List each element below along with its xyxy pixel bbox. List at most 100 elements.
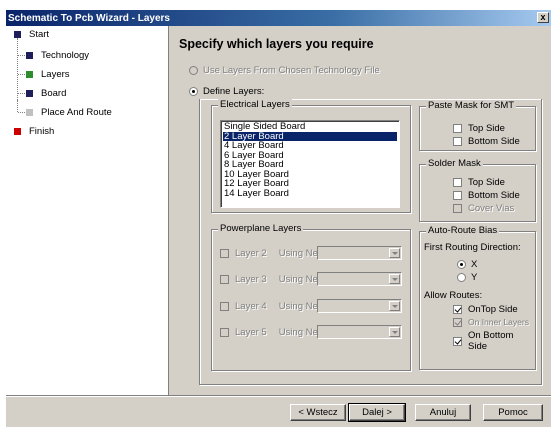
- step-start[interactable]: Start: [14, 28, 49, 40]
- step-layers-label: Layers: [41, 68, 70, 80]
- cancel-button[interactable]: Anuluj: [415, 404, 471, 421]
- solder-mask-group: Solder Mask Top Side Bottom Side Cover V…: [419, 158, 536, 222]
- solder-bottom-checkbox[interactable]: Bottom Side: [453, 190, 520, 201]
- using-net-label: Using Net: [278, 274, 321, 285]
- use-technology-label: Use Layers From Chosen Technology File: [203, 65, 380, 76]
- allow-routes-label: Allow Routes:: [424, 290, 483, 301]
- layer-2-net-select[interactable]: [317, 246, 402, 260]
- tree-line: [17, 38, 18, 100]
- direction-y-label: Y: [471, 272, 478, 283]
- checkbox-indicator: [453, 317, 462, 327]
- checkbox-indicator: [220, 302, 229, 311]
- layer-3-net-select[interactable]: [317, 272, 402, 286]
- chevron-down-icon: [389, 327, 400, 337]
- radio-indicator: [189, 66, 198, 75]
- footer-separator: [6, 395, 551, 397]
- step-finish[interactable]: Finish: [14, 125, 54, 137]
- first-direction-label: First Routing Direction:: [424, 242, 521, 253]
- page-title: Specify which layers you require: [179, 37, 374, 51]
- on-top-label: OnTop Side: [468, 304, 518, 315]
- checkbox-indicator: [453, 305, 462, 314]
- next-button[interactable]: Dalej >: [348, 403, 406, 422]
- auto-route-group: Auto-Route Bias First Routing Direction:…: [419, 225, 536, 370]
- solder-top-label: Top Side: [468, 177, 505, 188]
- layer-5-checkbox[interactable]: Layer 5 Using Net: [220, 327, 320, 338]
- step-board-icon: [26, 89, 33, 97]
- layer-5-label: Layer 5: [235, 327, 267, 338]
- on-top-checkbox[interactable]: OnTop Side: [453, 304, 518, 315]
- step-finish-label: Finish: [29, 125, 55, 137]
- radio-indicator: [457, 260, 466, 269]
- help-button[interactable]: Pomoc: [483, 404, 543, 421]
- define-layers-label: Define Layers:: [203, 86, 265, 97]
- step-technology[interactable]: Technology: [26, 49, 89, 61]
- checkbox-indicator: [220, 275, 229, 284]
- step-place-and-route-label: Place And Route: [41, 106, 112, 118]
- close-icon: x: [540, 12, 546, 22]
- layer-4-checkbox[interactable]: Layer 4 Using Net: [220, 301, 320, 312]
- step-finish-icon: [14, 127, 21, 135]
- steps-panel: Start Technology Layers Board Place And …: [6, 26, 169, 395]
- define-layers-radio[interactable]: Define Layers:: [189, 86, 264, 97]
- use-technology-radio[interactable]: Use Layers From Chosen Technology File: [189, 65, 380, 76]
- step-layers[interactable]: Layers: [26, 68, 70, 80]
- step-board[interactable]: Board: [26, 87, 66, 99]
- checkbox-indicator: [220, 328, 229, 337]
- cover-vias-label: Cover Vias: [468, 203, 515, 214]
- checkbox-indicator: [453, 178, 462, 187]
- step-start-icon: [14, 30, 21, 38]
- solder-mask-title: Solder Mask: [426, 158, 483, 169]
- list-item[interactable]: 14 Layer Board: [223, 188, 397, 199]
- on-bottom-label: On Bottom Side: [468, 330, 514, 352]
- chevron-down-icon: [389, 301, 400, 311]
- paste-bottom-checkbox[interactable]: Bottom Side: [453, 136, 520, 147]
- checkbox-indicator: [220, 249, 229, 258]
- layer-3-checkbox[interactable]: Layer 3 Using Net: [220, 274, 320, 285]
- powerplane-layers-title: Powerplane Layers: [218, 223, 304, 234]
- direction-x-radio[interactable]: X: [457, 259, 477, 270]
- layer-2-label: Layer 2: [235, 248, 267, 259]
- window-title: Schematic To Pcb Wizard - Layers: [8, 12, 170, 24]
- layer-5-net-select[interactable]: [317, 325, 402, 339]
- layer-2-checkbox[interactable]: Layer 2 Using Net: [220, 248, 320, 259]
- step-technology-label: Technology: [41, 49, 90, 61]
- cover-vias-checkbox[interactable]: Cover Vias: [453, 203, 514, 214]
- paste-top-label: Top Side: [468, 123, 505, 134]
- electrical-layers-title: Electrical Layers: [218, 99, 292, 110]
- on-bottom-checkbox[interactable]: On Bottom Side: [453, 330, 535, 352]
- chevron-down-icon: [389, 248, 400, 258]
- paste-top-checkbox[interactable]: Top Side: [453, 123, 505, 134]
- layer-4-net-select[interactable]: [317, 299, 402, 313]
- chevron-down-icon: [389, 274, 400, 284]
- step-start-label: Start: [29, 28, 50, 40]
- electrical-layers-list[interactable]: Single Sided Board 2 Layer Board 4 Layer…: [220, 120, 400, 208]
- using-net-label: Using Net: [278, 327, 321, 338]
- checkbox-indicator: [453, 137, 462, 146]
- paste-mask-title: Paste Mask for SMT: [426, 100, 517, 111]
- using-net-label: Using Net: [278, 248, 321, 259]
- layer-4-label: Layer 4: [235, 301, 267, 312]
- checkbox-indicator: [453, 124, 462, 133]
- paste-bottom-label: Bottom Side: [468, 136, 520, 147]
- on-inner-label: On Inner Layers: [468, 317, 529, 327]
- electrical-layers-group: Electrical Layers Single Sided Board 2 L…: [211, 99, 411, 213]
- tree-line: [17, 100, 18, 112]
- direction-y-radio[interactable]: Y: [457, 272, 477, 283]
- step-layers-icon: [26, 70, 33, 78]
- step-place-and-route-icon: [26, 108, 33, 116]
- step-place-and-route[interactable]: Place And Route: [26, 106, 112, 118]
- solder-top-checkbox[interactable]: Top Side: [453, 177, 505, 188]
- on-inner-checkbox[interactable]: On Inner Layers: [453, 317, 529, 327]
- close-button[interactable]: x: [537, 12, 549, 23]
- layer-3-label: Layer 3: [235, 274, 267, 285]
- radio-indicator: [457, 273, 466, 282]
- wizard-window: Start Technology Layers Board Place And …: [6, 26, 551, 427]
- paste-mask-group: Paste Mask for SMT Top Side Bottom Side: [419, 100, 536, 151]
- powerplane-layers-group: Powerplane Layers Layer 2 Using Net Laye…: [211, 223, 411, 371]
- step-technology-icon: [26, 51, 33, 59]
- back-button[interactable]: < Wstecz: [290, 404, 346, 421]
- auto-route-title: Auto-Route Bias: [426, 225, 500, 236]
- using-net-label: Using Net: [278, 301, 321, 312]
- checkbox-indicator: [453, 336, 462, 346]
- solder-bottom-label: Bottom Side: [468, 190, 520, 201]
